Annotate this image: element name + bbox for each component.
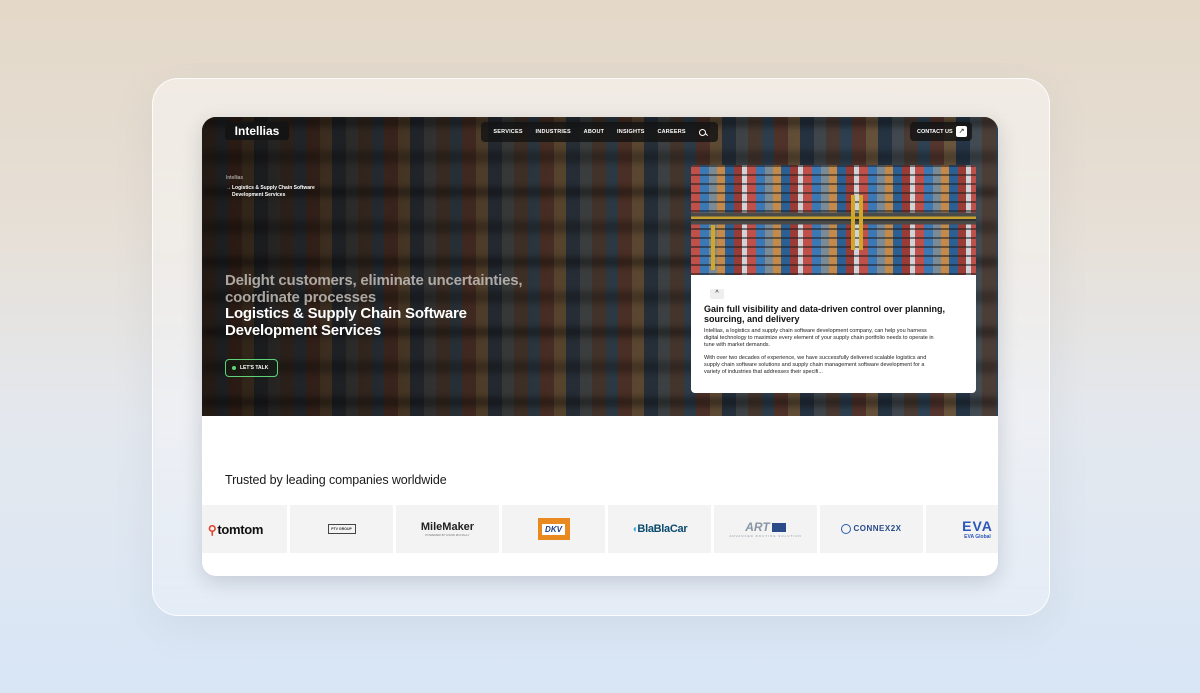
hero-tagline: Delight customers, eliminate uncertainti… <box>225 272 523 306</box>
logo-blablacar: ◖BlaBlaCar <box>608 505 711 553</box>
breadcrumb-root[interactable]: Intellias <box>226 175 243 181</box>
logo-dkv: DKV <box>502 505 605 553</box>
card-paragraph-1: Intellias, a logistics and supply chain … <box>704 328 934 348</box>
collapse-chevron-icon[interactable]: ^ <box>710 289 724 299</box>
arrow-up-right-icon: ↗ <box>956 126 967 137</box>
logo-milemaker: MileMaker POWERED BY RAND MCNALLY <box>396 505 499 553</box>
breadcrumb-current: Logistics & Supply Chain Software Develo… <box>226 185 342 199</box>
contact-us-button[interactable]: CONTACT US ↗ <box>910 122 972 141</box>
container-port-image <box>691 165 976 275</box>
search-icon[interactable] <box>698 128 706 136</box>
logo-ptv-group: PTV GROUP <box>290 505 393 553</box>
lets-talk-label: LET'S TALK <box>240 365 269 371</box>
nav-item-services[interactable]: SERVICES <box>493 129 522 135</box>
nav-item-about[interactable]: ABOUT <box>584 129 605 135</box>
contact-us-label: CONTACT US <box>917 128 953 135</box>
card-title: Gain full visibility and data-driven con… <box>704 304 946 324</box>
page-title: Logistics & Supply Chain Software Develo… <box>225 305 467 339</box>
trusted-heading: Trusted by leading companies worldwide <box>225 473 447 487</box>
card-paragraph-2: With over two decades of experience, we … <box>704 355 927 375</box>
logo-tomtom: ⚲tomtom <box>202 505 287 553</box>
logo-art: ART ADVANCED ROUTING SOLUTION <box>714 505 817 553</box>
logo-eva-global: EVA EVA Global <box>926 505 998 553</box>
nav-item-careers[interactable]: CAREERS <box>657 129 685 135</box>
nav-item-industries[interactable]: INDUSTRIES <box>536 129 571 135</box>
logo-connex2x: CONNEX2X <box>820 505 923 553</box>
hero-section: Intellias SERVICES INDUSTRIES ABOUT INSI… <box>202 117 998 416</box>
site-logo[interactable]: Intellias <box>225 122 289 140</box>
nav-item-insights[interactable]: INSIGHTS <box>617 129 645 135</box>
map-pin-icon: ⚲ <box>207 522 217 537</box>
browser-window: Intellias SERVICES INDUSTRIES ABOUT INSI… <box>202 117 998 576</box>
status-dot-icon <box>232 366 236 370</box>
intro-card: ^ Gain full visibility and data-driven c… <box>691 165 976 393</box>
main-nav: SERVICES INDUSTRIES ABOUT INSIGHTS CAREE… <box>481 122 718 142</box>
client-logos-strip: ⚲tomtom PTV GROUP MileMaker POWERED BY R… <box>202 505 998 553</box>
connex-mark-icon <box>841 524 852 534</box>
lets-talk-button[interactable]: LET'S TALK <box>225 359 278 377</box>
